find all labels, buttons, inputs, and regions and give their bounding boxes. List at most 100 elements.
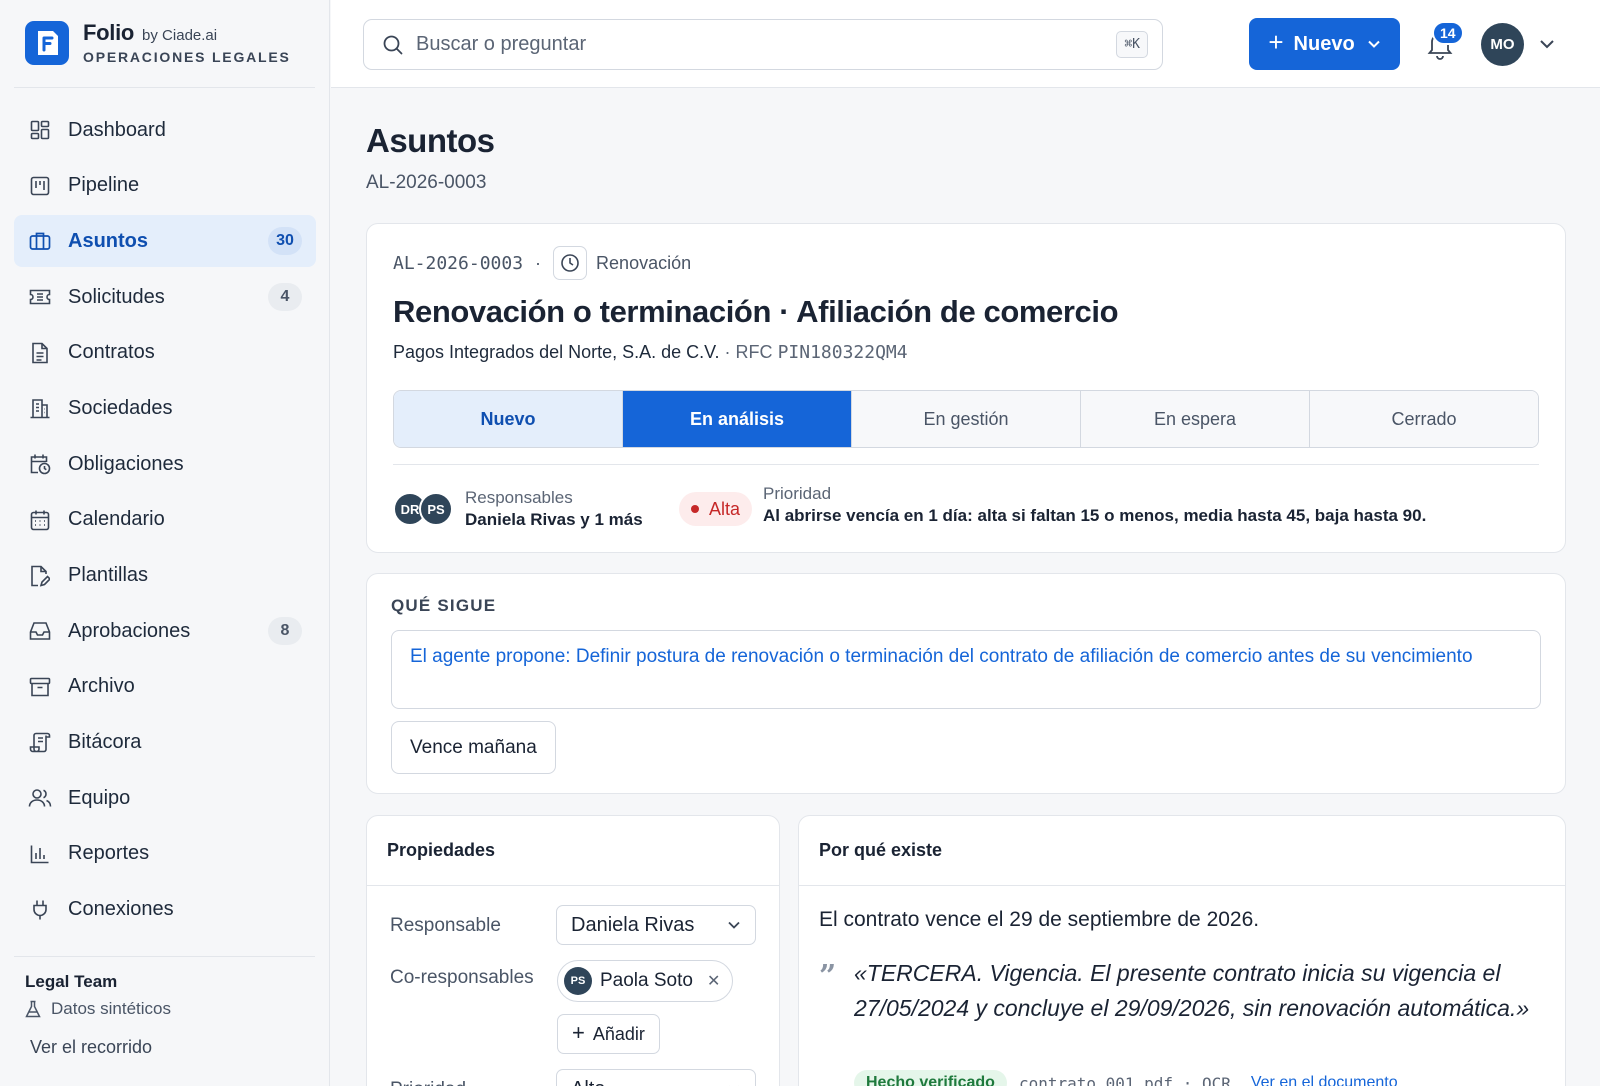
- owner-select[interactable]: Daniela Rivas: [556, 905, 756, 945]
- sidebar-item-bitacora[interactable]: Bitácora: [14, 717, 316, 769]
- synthetic-data-label: Datos sintéticos: [25, 999, 171, 1019]
- sidebar-item-label: Bitácora: [68, 731, 142, 754]
- stage-cerrado[interactable]: Cerrado: [1310, 391, 1538, 447]
- brand[interactable]: Folio by Ciade.ai OPERACIONES LEGALES: [25, 20, 291, 65]
- card-header: Por qué existe: [799, 816, 1565, 886]
- search-shortcut: ⌘K: [1116, 31, 1148, 58]
- sidebar-item-contratos[interactable]: Contratos: [14, 327, 316, 379]
- search-input[interactable]: Buscar o preguntar ⌘K: [363, 19, 1163, 70]
- owner-label: Responsable: [390, 915, 501, 936]
- folio-logo-icon: [25, 20, 69, 65]
- sidebar-item-asuntos[interactable]: Asuntos 30: [14, 215, 316, 268]
- section-label: QUÉ SIGUE: [391, 596, 497, 615]
- sidebar-item-obligaciones[interactable]: Obligaciones: [14, 438, 316, 490]
- calendar-icon: [28, 508, 52, 532]
- priority-explanation: Al abrirse vencía en 1 día: alta si falt…: [763, 506, 1427, 525]
- briefcase-icon: [28, 229, 52, 253]
- sidebar-item-aprobaciones[interactable]: Aprobaciones 8: [14, 605, 316, 657]
- agent-proposal[interactable]: El agente propone: Definir postura de re…: [391, 630, 1541, 709]
- sidebar-item-label: Asuntos: [68, 229, 148, 252]
- sidebar-item-sociedades[interactable]: Sociedades: [14, 382, 316, 434]
- due-date-button[interactable]: Vence mañana: [391, 721, 556, 774]
- new-button[interactable]: + Nuevo: [1249, 18, 1400, 70]
- company-name: Pagos Integrados del Norte, S.A. de C.V.: [393, 342, 720, 362]
- sidebar-item-label: Aprobaciones: [68, 619, 191, 642]
- priority-label: Prioridad: [763, 484, 832, 503]
- sidebar-item-label: Conexiones: [68, 898, 174, 921]
- brand-name: Folio: [83, 20, 135, 45]
- priority-dot-icon: [691, 505, 699, 513]
- page-title: Asuntos: [366, 122, 495, 159]
- sidebar-item-solicitudes[interactable]: Solicitudes 4: [14, 271, 316, 323]
- sidebar-item-dashboard[interactable]: Dashboard: [14, 104, 316, 156]
- why-text: El contrato vence el 29 de septiembre de…: [819, 908, 1260, 931]
- count-badge: 4: [268, 283, 302, 312]
- chevron-down-icon: [1367, 39, 1381, 49]
- user-avatar[interactable]: MO: [1481, 23, 1524, 66]
- brand-by: by Ciade.ai: [142, 27, 218, 44]
- sidebar-item-label: Contratos: [68, 341, 155, 364]
- ticket-icon: [28, 285, 52, 309]
- matter-meta: AL-2026-0003 · Renovación: [393, 246, 691, 280]
- view-in-document-link[interactable]: Ver en el documento: [1251, 1074, 1398, 1086]
- stage-en-gestion[interactable]: En gestión: [852, 391, 1081, 447]
- team-name: Legal Team: [25, 972, 118, 991]
- contract-quote: «TERCERA. Vigencia. El presente contrato…: [854, 960, 1530, 1021]
- co-owner-name: Paola Soto: [600, 970, 693, 991]
- kanban-icon: [28, 174, 52, 198]
- document-icon: [28, 341, 52, 365]
- sidebar-divider: [14, 87, 315, 88]
- sidebar-item-pipeline[interactable]: Pipeline: [14, 160, 316, 212]
- stage-nuevo[interactable]: Nuevo: [394, 391, 623, 447]
- sidebar-item-archivo[interactable]: Archivo: [14, 661, 316, 713]
- sidebar-item-calendario[interactable]: Calendario: [14, 494, 316, 546]
- clock-icon: [553, 246, 588, 280]
- sidebar-nav: Dashboard Pipeline Asuntos 30 Solicitude…: [14, 104, 316, 939]
- brand-subtitle: OPERACIONES LEGALES: [83, 49, 291, 65]
- dashboard-icon: [28, 118, 52, 142]
- co-owner-chip: PS Paola Soto ✕: [557, 960, 734, 1002]
- sidebar-item-label: Equipo: [68, 786, 131, 809]
- count-badge: 30: [268, 227, 302, 256]
- sidebar-item-label: Archivo: [68, 675, 135, 698]
- stage-en-espera[interactable]: En espera: [1081, 391, 1310, 447]
- sidebar-item-label: Pipeline: [68, 174, 140, 197]
- evidence-row: Hecho verificado contrato_001.pdf · OCR …: [854, 1070, 1398, 1086]
- sidebar-item-label: Reportes: [68, 842, 150, 865]
- file-edit-icon: [28, 564, 52, 588]
- tour-link[interactable]: Ver el recorrido: [30, 1037, 171, 1058]
- why-card: Por qué existe El contrato vence el 29 d…: [798, 815, 1566, 1086]
- sidebar-item-label: Plantillas: [68, 564, 149, 586]
- stage-en-analisis[interactable]: En análisis: [623, 391, 852, 447]
- matter-type: Renovación: [596, 252, 692, 273]
- quote-icon: ”: [819, 959, 837, 994]
- sidebar-item-reportes[interactable]: Reportes: [14, 828, 316, 880]
- verified-badge: Hecho verificado: [854, 1070, 1007, 1086]
- sidebar-item-label: Calendario: [68, 508, 165, 531]
- source-file: contrato_001.pdf · OCR: [1018, 1073, 1231, 1086]
- sidebar-item-plantillas[interactable]: Plantillas: [14, 550, 316, 602]
- sidebar-item-equipo[interactable]: Equipo: [14, 772, 316, 824]
- close-icon[interactable]: ✕: [707, 971, 720, 991]
- chevron-down-icon: [727, 920, 741, 930]
- rfc-label: RFC: [735, 342, 773, 362]
- avatar: PS: [419, 492, 453, 526]
- properties-card: Propiedades Responsable Daniela Rivas Co…: [366, 815, 780, 1086]
- owners-value: Daniela Rivas y 1 más: [465, 510, 643, 529]
- chevron-down-icon[interactable]: [1539, 37, 1555, 55]
- calendar-clock-icon: [28, 452, 52, 476]
- count-badge: 8: [268, 617, 302, 646]
- add-co-owner-button[interactable]: + Añadir: [557, 1014, 660, 1054]
- matter-title: Renovación o terminación · Afiliación de…: [393, 294, 1119, 329]
- avatar: PS: [564, 967, 592, 995]
- owners-info[interactable]: DR PS Responsables Daniela Rivas y 1 más: [393, 488, 643, 530]
- stage-stepper: Nuevo En análisis En gestión En espera C…: [393, 390, 1539, 448]
- sidebar-item-conexiones[interactable]: Conexiones: [14, 884, 316, 936]
- sidebar-divider: [14, 956, 315, 957]
- priority-info: Prioridad Al abrirse vencía en 1 día: al…: [763, 484, 1426, 526]
- archive-icon: [28, 675, 52, 699]
- priority-select[interactable]: Alta: [556, 1069, 756, 1086]
- flask-icon: [25, 1000, 41, 1018]
- priority-label: Prioridad: [390, 1076, 466, 1086]
- sidebar-footer: Legal Team Datos sintéticos Ver el recor…: [25, 972, 171, 1058]
